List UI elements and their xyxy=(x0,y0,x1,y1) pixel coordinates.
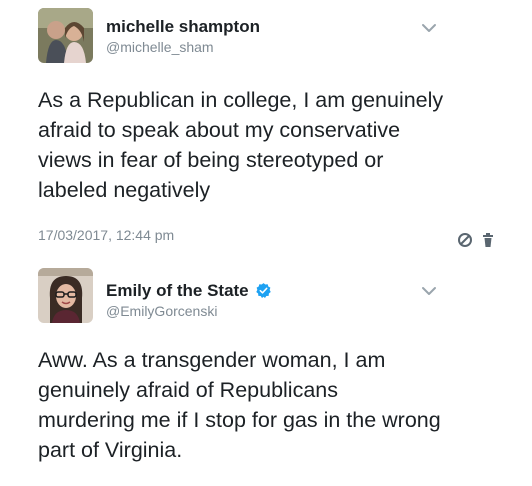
tweet-text-line: part of Virginia. xyxy=(38,438,183,462)
verified-badge-icon xyxy=(255,283,271,298)
tweet-michelle: michelle shampton @michelle_sham As a Re… xyxy=(0,0,532,258)
author-name[interactable]: Emily of the State xyxy=(106,281,249,300)
tweet-text-line: genuinely afraid of Republicans xyxy=(38,378,339,402)
tweet-text-line: labeled negatively xyxy=(38,178,211,202)
tweet-text: As a Republican in college, I am genuine… xyxy=(38,85,498,205)
trash-icon[interactable] xyxy=(480,232,496,248)
tweet-text-line: As a Republican in college, I am genuine… xyxy=(38,88,444,112)
chevron-down-icon[interactable] xyxy=(420,285,438,297)
author-name-wrap[interactable]: Emily of the State xyxy=(106,281,272,301)
tweet-emily: Emily of the State @EmilyGorcenski Aww. … xyxy=(0,258,532,486)
tweet-text-line: afraid to speak about my conservative xyxy=(38,118,401,142)
author-handle[interactable]: @michelle_sham xyxy=(106,39,214,55)
tweet-text-line: views in fear of being stereotyped or xyxy=(38,148,384,172)
chevron-down-icon[interactable] xyxy=(420,22,438,34)
avatar[interactable] xyxy=(38,268,93,323)
author-name[interactable]: michelle shampton xyxy=(106,17,260,37)
tweet-text: Aww. As a transgender woman, I am genuin… xyxy=(38,345,498,465)
avatar[interactable] xyxy=(38,8,93,63)
author-handle[interactable]: @EmilyGorcenski xyxy=(106,303,217,319)
tweet-text-line: murdering me if I stop for gas in the wr… xyxy=(38,408,441,432)
timestamp[interactable]: 17/03/2017, 12:44 pm xyxy=(38,227,174,243)
block-icon[interactable] xyxy=(457,232,473,248)
tweet-text-line: Aww. As a transgender woman, I am xyxy=(38,348,386,372)
